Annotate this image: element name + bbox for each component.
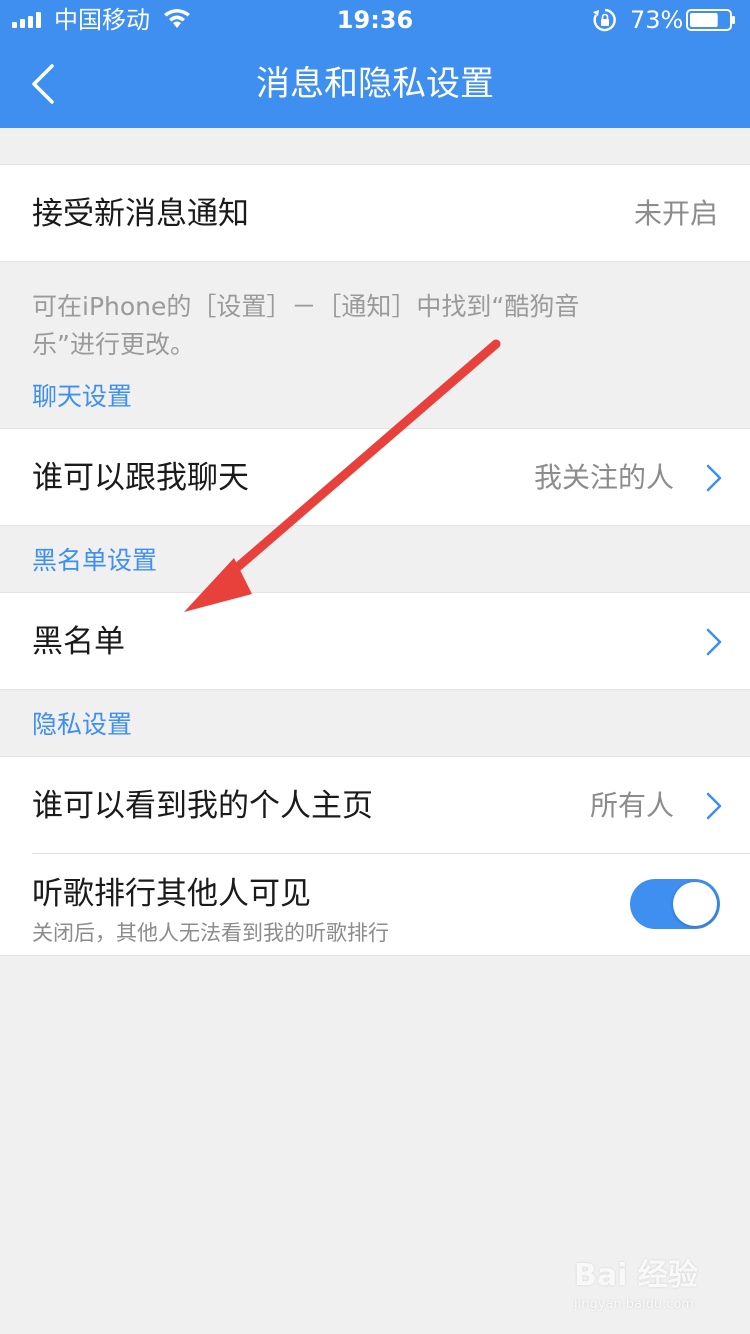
homepage-visibility-label: 谁可以看到我的个人主页 xyxy=(32,788,373,824)
baidu-jingyan-watermark: Bai 经验 jingyan.baidu.com xyxy=(574,1256,724,1326)
page-title: 消息和隐私设置 xyxy=(256,64,494,104)
orientation-lock-icon xyxy=(593,8,616,32)
receive-notifications-row[interactable]: 接受新消息通知 未开启 xyxy=(0,164,750,262)
listening-ranking-toggle[interactable] xyxy=(630,879,720,929)
chevron-right-icon xyxy=(706,464,722,492)
status-bar: 中国移动 19:36 73% xyxy=(0,0,750,40)
blacklist-settings-section-title: 黑名单设置 xyxy=(32,546,158,575)
homepage-visibility-value: 所有人 xyxy=(589,789,674,822)
listening-ranking-row: 听歌排行其他人可见 关闭后，其他人无法看到我的听歌排行 xyxy=(0,854,750,956)
who-can-chat-label: 谁可以跟我聊天 xyxy=(32,460,249,496)
who-can-chat-row[interactable]: 谁可以跟我聊天 我关注的人 xyxy=(0,428,750,526)
listening-ranking-description: 关闭后，其他人无法看到我的听歌排行 xyxy=(32,921,389,945)
battery-percent: 73% xyxy=(630,6,684,34)
chevron-right-icon xyxy=(706,792,722,820)
app-header: 中国移动 19:36 73% 消息和隐私设置 xyxy=(0,0,750,128)
watermark-logo: Bai 经验 xyxy=(574,1258,698,1293)
who-can-chat-value: 我关注的人 xyxy=(533,461,674,494)
watermark-url: jingyan.baidu.com xyxy=(574,1297,694,1312)
notifications-hint: 可在iPhone的［设置］－［通知］中找到“酷狗音 乐”进行更改。 xyxy=(32,288,632,364)
notifications-hint-line-2: 乐”进行更改。 xyxy=(32,330,195,359)
receive-notifications-label: 接受新消息通知 xyxy=(32,196,249,232)
privacy-settings-section-title: 隐私设置 xyxy=(32,710,133,739)
battery-icon xyxy=(686,9,735,31)
blacklist-row[interactable]: 黑名单 xyxy=(0,592,750,690)
toggle-knob xyxy=(673,882,717,926)
blacklist-label: 黑名单 xyxy=(32,624,125,660)
chevron-right-icon xyxy=(706,628,722,656)
notifications-hint-line-1: 可在iPhone的［设置］－［通知］中找到“酷狗音 xyxy=(32,292,580,321)
receive-notifications-status: 未开启 xyxy=(633,197,718,230)
chat-settings-section-title: 聊天设置 xyxy=(32,382,133,411)
homepage-visibility-row[interactable]: 谁可以看到我的个人主页 所有人 xyxy=(0,756,750,854)
